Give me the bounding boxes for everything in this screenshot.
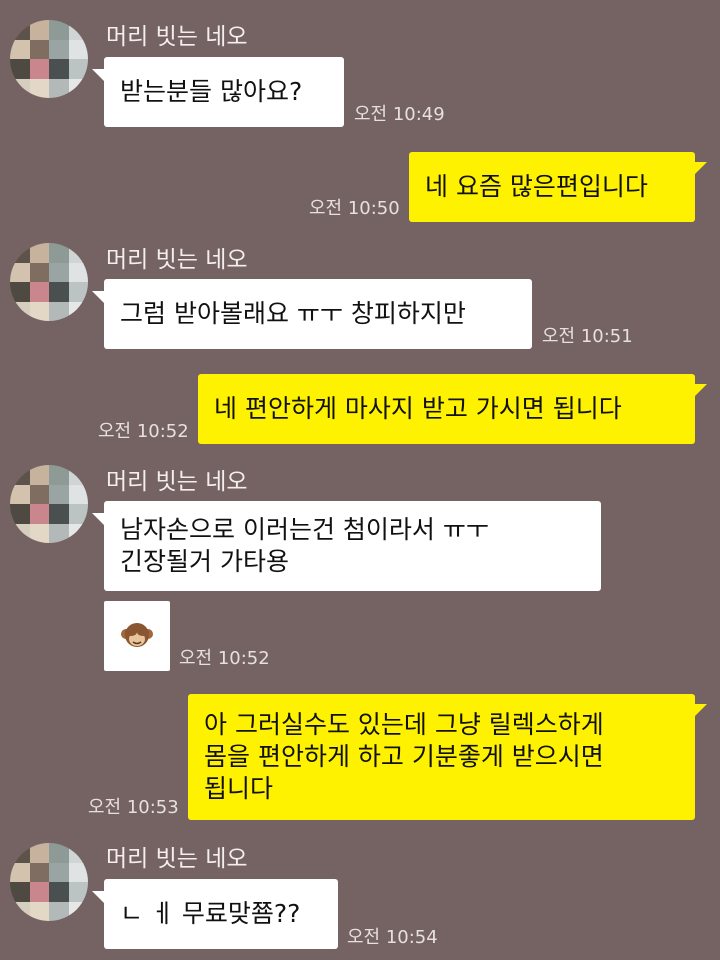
message-text-line: 남자손으로 이러는건 첨이라서 ㅠㅜ <box>120 515 489 544</box>
sender-avatar[interactable] <box>10 243 88 321</box>
message-text: 네 편안하게 마사지 받고 가시면 됩니다 <box>214 394 622 423</box>
outgoing-message-bubble[interactable]: 네 편안하게 마사지 받고 가시면 됩니다 <box>198 374 707 444</box>
message-text: 그럼 받아볼래요 ㅠㅜ 창피하지만 <box>120 299 466 328</box>
message-time: 오전 10:52 <box>179 648 270 669</box>
message-text-line: 아 그러실수도 있는데 그냥 릴렉스하게 <box>204 710 604 739</box>
message-text: 받는분들 많아요? <box>120 77 303 106</box>
message-time: 오전 10:51 <box>542 326 633 347</box>
sender-avatar[interactable] <box>10 20 88 98</box>
message-text: ㄴ ㅔ 무료맞쬼?? <box>120 899 301 928</box>
incoming-message-bubble[interactable]: 남자손으로 이러는건 첨이라서 ㅠㅜ 긴장될거 가타용 <box>92 501 601 591</box>
message-text-line: 몸을 편안하게 하고 기분좋게 받으시면 <box>204 742 604 771</box>
incoming-message-bubble[interactable]: ㄴ ㅔ 무료맞쬼?? <box>92 879 338 949</box>
sender-name: 머리 빗는 네오 <box>106 469 248 495</box>
sender-avatar[interactable] <box>10 843 88 921</box>
message-time: 오전 10:54 <box>347 927 438 948</box>
incoming-message-bubble[interactable]: 그럼 받아볼래요 ㅠㅜ 창피하지만 <box>92 279 532 349</box>
message-time: 오전 10:52 <box>98 421 189 442</box>
emoticon-sticker[interactable] <box>104 601 170 671</box>
sender-name: 머리 빗는 네오 <box>106 846 248 872</box>
sender-name: 머리 빗는 네오 <box>106 247 248 273</box>
message-text: 네 요즘 많은편입니다 <box>425 172 648 201</box>
message-time: 오전 10:53 <box>88 797 179 818</box>
outgoing-message-bubble[interactable]: 네 요즘 많은편입니다 <box>409 152 707 222</box>
message-text-line: 됩니다 <box>204 774 274 803</box>
sender-name: 머리 빗는 네오 <box>106 24 248 50</box>
message-time: 오전 10:50 <box>309 198 400 219</box>
sender-avatar[interactable] <box>10 465 88 543</box>
see-no-evil-monkey-icon <box>121 623 153 647</box>
outgoing-message-bubble[interactable]: 아 그러실수도 있는데 그냥 릴렉스하게 몸을 편안하게 하고 기분좋게 받으시… <box>188 694 707 820</box>
message-text-line: 긴장될거 가타용 <box>120 547 289 576</box>
message-time: 오전 10:49 <box>354 104 445 125</box>
incoming-message-bubble[interactable]: 받는분들 많아요? <box>92 57 344 127</box>
